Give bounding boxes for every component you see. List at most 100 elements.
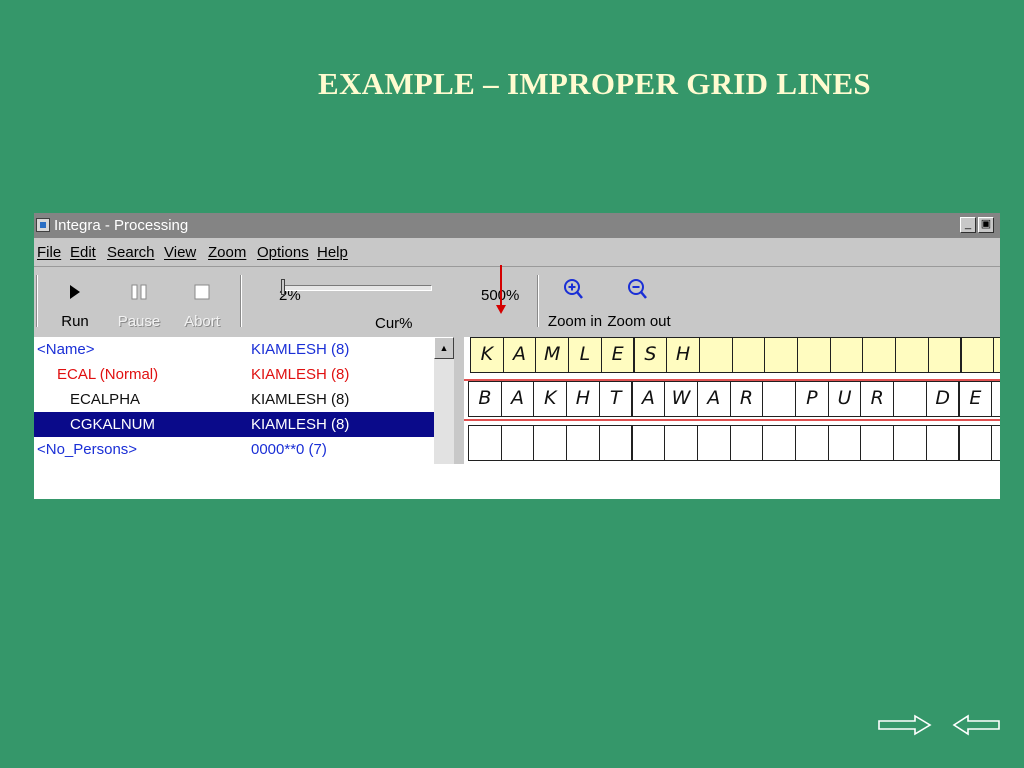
menu-bar: File Edit Search View Zoom Options Help (34, 238, 1000, 267)
toolbar: Run Pause Abort 2% Cur% 500% (34, 267, 1000, 333)
grid-cell[interactable] (762, 381, 796, 417)
grid-cell[interactable]: A (696, 381, 731, 417)
menu-help[interactable]: Help (317, 244, 348, 261)
tree-field-value: 0000**0 (7) (251, 441, 327, 458)
grid-cell[interactable]: H (566, 381, 600, 417)
grid-cell[interactable] (729, 425, 764, 461)
tree-row[interactable]: <No_Persons> 0000**0 (7) (34, 437, 434, 462)
grid-cell[interactable]: R (729, 381, 764, 417)
grid-cell[interactable] (860, 425, 895, 461)
window-titlebar[interactable]: Integra - Processing _ ▣ (34, 213, 1000, 238)
grid-cell[interactable]: B (468, 381, 502, 417)
menu-options[interactable]: Options (257, 244, 309, 261)
pause-button[interactable]: Pause (109, 271, 169, 331)
grid-cell[interactable] (795, 425, 829, 461)
grid-cell[interactable]: L (568, 337, 602, 373)
tree-field-value: KIAMLESH (8) (251, 366, 350, 383)
grid-cell[interactable] (533, 425, 568, 461)
grid-cell[interactable] (862, 337, 897, 373)
grid-cell[interactable]: A (502, 337, 537, 373)
grid-cell[interactable]: D (925, 381, 960, 417)
tree-field-value: KIAMLESH (8) (251, 416, 350, 433)
maximize-button[interactable]: ▣ (978, 217, 994, 233)
grid-cell[interactable] (698, 337, 733, 373)
grid-cell[interactable] (893, 425, 927, 461)
grid-cell[interactable]: U (827, 381, 862, 417)
panel-splitter[interactable] (454, 337, 464, 464)
grid-cell[interactable] (895, 337, 929, 373)
grid-cell[interactable] (893, 381, 927, 417)
menu-file[interactable]: File (37, 244, 61, 261)
zoom-slider-thumb[interactable] (281, 279, 285, 295)
zoom-out-button[interactable]: Zoom out (607, 271, 671, 331)
tree-row[interactable]: ECALPHA KIAMLESH (8) (34, 387, 434, 412)
stop-icon (194, 284, 210, 300)
grid-cell[interactable] (468, 425, 502, 461)
tree-row[interactable]: CGKALNUM KIAMLESH (8) (34, 412, 434, 437)
grid-cell[interactable]: M (535, 337, 570, 373)
grid-cell[interactable]: T (598, 381, 633, 417)
grid-cell[interactable] (958, 425, 993, 461)
abort-button[interactable]: Abort (172, 271, 232, 331)
grid-cell[interactable] (631, 425, 666, 461)
grid-cell[interactable]: W (664, 381, 698, 417)
zoom-current-label: Cur% (375, 315, 413, 332)
right-arrow-icon[interactable] (877, 714, 933, 736)
character-grid: KAMLESHBAKHTAWARPURDE (464, 337, 1000, 464)
grid-cell[interactable] (991, 381, 1000, 417)
pause-label: Pause (117, 313, 161, 330)
tree-row[interactable]: <Name> KIAMLESH (8) (34, 337, 434, 362)
grid-cell[interactable] (764, 337, 798, 373)
zoom-slider[interactable] (281, 279, 432, 295)
run-label: Run (61, 313, 89, 330)
menu-search[interactable]: Search (107, 244, 155, 261)
grid-cell[interactable]: A (500, 381, 535, 417)
play-icon (70, 285, 80, 299)
grid-cell[interactable] (827, 425, 862, 461)
app-icon (36, 218, 50, 232)
menu-view[interactable]: View (164, 244, 196, 261)
menu-zoom[interactable]: Zoom (208, 244, 246, 261)
tree-field-name: CGKALNUM (70, 416, 156, 433)
toolbar-separator (240, 275, 242, 327)
grid-cell[interactable]: R (860, 381, 895, 417)
grid-cell[interactable] (598, 425, 633, 461)
grid-cell[interactable]: E (600, 337, 635, 373)
grid-cell[interactable]: E (958, 381, 993, 417)
grid-cell[interactable] (500, 425, 535, 461)
grid-cell[interactable] (797, 337, 831, 373)
grid-cell[interactable]: A (631, 381, 666, 417)
window-title: Integra - Processing (54, 217, 189, 234)
grid-cell[interactable]: P (795, 381, 829, 417)
grid-guide-line (464, 419, 1000, 421)
grid-cell[interactable] (731, 337, 766, 373)
zoom-in-button[interactable]: Zoom in (543, 271, 607, 331)
menu-edit[interactable]: Edit (70, 244, 96, 261)
grid-cell[interactable] (993, 337, 1000, 373)
tree-scrollbar[interactable]: ▲ (434, 337, 454, 464)
scroll-up-button[interactable]: ▲ (434, 337, 454, 359)
grid-cell[interactable] (762, 425, 796, 461)
run-button[interactable]: Run (45, 271, 105, 331)
tree-field-name: ECAL (Normal) (57, 366, 159, 383)
grid-cell[interactable] (991, 425, 1000, 461)
tree-field-value: KIAMLESH (8) (251, 391, 350, 408)
grid-cell[interactable] (927, 337, 962, 373)
abort-label: Abort (184, 313, 220, 330)
annotation-arrow-icon (496, 305, 506, 314)
grid-cell[interactable] (566, 425, 600, 461)
minimize-button[interactable]: _ (960, 217, 976, 233)
grid-cell[interactable]: K (533, 381, 568, 417)
grid-cell[interactable] (664, 425, 698, 461)
grid-cell[interactable]: H (666, 337, 700, 373)
field-tree: <Name> KIAMLESH (8) ECAL (Normal) KIAMLESH … (34, 337, 434, 464)
tree-row[interactable]: ECAL (Normal) KIAMLESH (8) (34, 362, 434, 387)
grid-cell[interactable] (829, 337, 864, 373)
grid-cell[interactable] (696, 425, 731, 461)
grid-cell[interactable]: K (470, 337, 504, 373)
grid-cell[interactable]: S (633, 337, 668, 373)
left-arrow-icon[interactable] (952, 714, 1002, 736)
pause-icon (131, 284, 147, 300)
grid-cell[interactable] (925, 425, 960, 461)
grid-cell[interactable] (960, 337, 995, 373)
